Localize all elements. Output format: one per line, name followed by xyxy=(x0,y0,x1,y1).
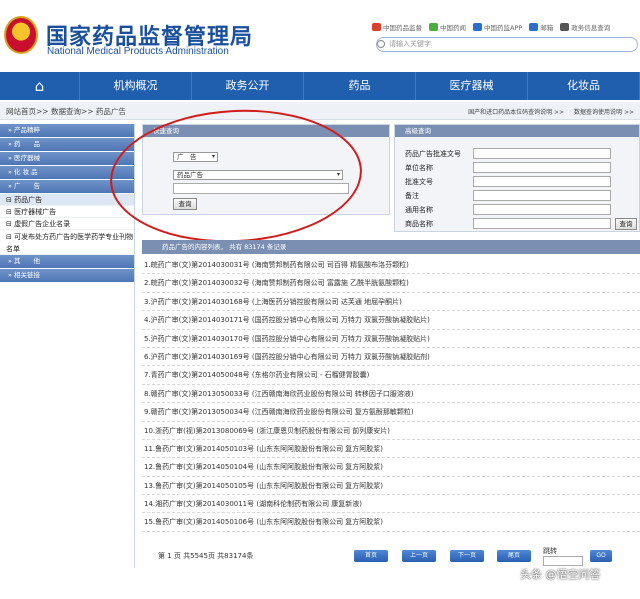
main-nav: ⌂ 机构概况 政务公开 药品 医疗器械 化妆品 xyxy=(0,72,640,100)
search-icon[interactable] xyxy=(377,40,385,48)
list-item[interactable]: 12.鲁药广审(文)第2014050104号 (山东东阿阿胶股份有限公司 复方阿… xyxy=(142,458,640,477)
sidebar-cat-other[interactable]: » 其 他 xyxy=(0,255,134,268)
list-item[interactable]: 10.浙药广审(视)第2013080069号 (浙江康恩贝制药股份有限公司 前列… xyxy=(142,422,640,440)
sidebar-item-false-ads[interactable]: ⊟ 虚假广告企业名录 xyxy=(0,218,134,230)
sidebar-cat-products[interactable]: » 产品精粹 xyxy=(0,124,134,137)
field-label-approval-no: 药品广告批准文号 xyxy=(405,150,461,158)
list-item[interactable]: 5.沪药广审(文)第2014030170号 (国药控股分销中心有限公司 万特力 … xyxy=(142,330,640,348)
list-item[interactable]: 13.鲁药广审(文)第2014050105号 (山东东阿阿胶股份有限公司 复方阿… xyxy=(142,477,640,496)
list-item[interactable]: 1.皖药广审(文)第2014030031号 (海南赞邦制药有限公司 司百得 精氨… xyxy=(142,256,640,275)
top-link-weibo[interactable]: 中国药品监督 xyxy=(372,22,422,32)
watermark: 头条 @悟空问答 xyxy=(520,568,601,581)
nav-item-cosmetics[interactable]: 化妆品 xyxy=(528,72,640,100)
last-page-button[interactable]: 尾页 xyxy=(497,550,531,562)
field-label-remarks: 备注 xyxy=(405,192,419,200)
brand-name-input[interactable] xyxy=(473,218,611,229)
go-button[interactable]: GO xyxy=(590,550,612,562)
field-label-company: 单位名称 xyxy=(405,164,433,172)
company-input[interactable] xyxy=(473,162,611,173)
nav-home[interactable]: ⌂ xyxy=(0,72,80,100)
list-item[interactable]: 8.赣药广审(文)第2013050033号 (江西赣南海欣药业股份有限公司 转移… xyxy=(142,385,640,404)
search-input[interactable]: 请输入关键字 xyxy=(376,37,638,52)
remarks-input[interactable] xyxy=(473,190,611,201)
list-header: 药品广告的内容列表， 共有 83174 条记录 xyxy=(142,240,640,254)
national-emblem-logo[interactable] xyxy=(4,16,38,54)
next-page-button[interactable]: 下一页 xyxy=(450,550,484,562)
sidebar-cat-drugs[interactable]: » 药 品 xyxy=(0,138,134,151)
list-item[interactable]: 3.沪药广审(文)第2014030168号 (上海医药分销控股有限公司 达芙通 … xyxy=(142,293,640,312)
advanced-search-title: 高级查询 xyxy=(395,125,639,137)
list-item[interactable]: 7.青药广审(文)第2014050048号 (东格尔药业有限公司 - 石榴健胃胶… xyxy=(142,366,640,385)
list-item[interactable]: 11.鲁药广审(文)第2014050103号 (山东东阿阿胶股份有限公司 复方阿… xyxy=(142,440,640,459)
weibo-icon xyxy=(372,23,381,31)
data-query-help-link[interactable]: 数据查询使用说明 >> xyxy=(574,107,634,116)
advanced-search-button[interactable]: 查询 xyxy=(615,218,637,230)
result-list: 1.皖药广审(文)第2014030031号 (海南赞邦制药有限公司 司百得 精氨… xyxy=(142,256,640,532)
jump-label: 跳转 xyxy=(543,547,557,555)
info-icon xyxy=(560,23,570,31)
top-link-wechat[interactable]: 中国药闻 xyxy=(429,22,466,32)
advanced-search-panel: 高级查询 药品广告批准文号 单位名称 批准文号 备注 通用名称 商品名称 查询 xyxy=(394,124,640,232)
field-label-approval-doc: 批准文号 xyxy=(405,178,433,186)
nav-item-drugs[interactable]: 药品 xyxy=(304,72,416,100)
breadcrumb-bar: 网站首页>> 数据查询>> 药品广告 国产和进口药品本位码查询说明 >> 数据查… xyxy=(0,102,640,120)
approval-doc-input[interactable] xyxy=(473,176,611,187)
field-label-brand-name: 商品名称 xyxy=(405,220,433,228)
list-item[interactable]: 9.赣药广审(文)第2013050034号 (江西赣南海欣药业股份有限公司 复方… xyxy=(142,403,640,422)
sidebar-item-device-ads[interactable]: ⊟ 医疗器械广告 xyxy=(0,206,134,218)
list-item[interactable]: 2.皖药广审(文)第2014030032号 (海南赞邦制药有限公司 富露施 乙酰… xyxy=(142,274,640,293)
pagination-info: 第 1 页 共5545页 共83174条 xyxy=(158,552,254,560)
help-links: 国产和进口药品本位码查询说明 >> 数据查询使用说明 >> xyxy=(468,107,634,116)
top-links: 中国药品监督 中国药闻 中国药监APP 邮箱 政务信息查询 xyxy=(372,22,610,32)
approval-no-input[interactable] xyxy=(473,148,611,159)
sidebar-item-journals[interactable]: ⊟ 可发布处方药广告的医学药学专业刊物名单 xyxy=(0,230,134,255)
site-header: 国家药品监督管理局 National Medical Products Admi… xyxy=(0,0,640,70)
top-link-info[interactable]: 政务信息查询 xyxy=(560,22,610,32)
nav-item-devices[interactable]: 医疗器械 xyxy=(416,72,528,100)
first-page-button[interactable]: 首页 xyxy=(354,550,388,562)
jump-page-input[interactable] xyxy=(543,556,583,566)
list-item[interactable]: 15.鲁药广审(文)第2014050106号 (山东东阿阿胶股份有限公司 复方阿… xyxy=(142,513,640,532)
top-link-mail[interactable]: 邮箱 xyxy=(529,22,553,32)
breadcrumb[interactable]: 网站首页>> 数据查询>> 药品广告 xyxy=(6,106,126,117)
sidebar-cat-links[interactable]: » 相关链接 xyxy=(0,269,134,282)
site-subtitle: National Medical Products Administration xyxy=(47,46,229,57)
prev-page-button[interactable]: 上一页 xyxy=(402,550,436,562)
mail-icon xyxy=(529,23,539,31)
field-label-generic-name: 通用名称 xyxy=(405,206,433,214)
nav-item-about[interactable]: 机构概况 xyxy=(80,72,192,100)
nav-item-government[interactable]: 政务公开 xyxy=(192,72,304,100)
app-icon xyxy=(473,23,482,31)
wechat-icon xyxy=(429,23,438,31)
list-item[interactable]: 14.湘药广审(文)第2014030011号 (湖南科伦制药有限公司 康复新液) xyxy=(142,495,640,514)
list-item[interactable]: 6.沪药广审(文)第2014030169号 (国药控股分销中心有限公司 万特力 … xyxy=(142,348,640,367)
generic-name-input[interactable] xyxy=(473,204,611,215)
top-link-app[interactable]: 中国药监APP xyxy=(473,22,522,32)
code-query-help-link[interactable]: 国产和进口药品本位码查询说明 >> xyxy=(468,107,564,116)
list-item[interactable]: 4.沪药广审(文)第2014030171号 (国药控股分销中心有限公司 万特力 … xyxy=(142,311,640,330)
